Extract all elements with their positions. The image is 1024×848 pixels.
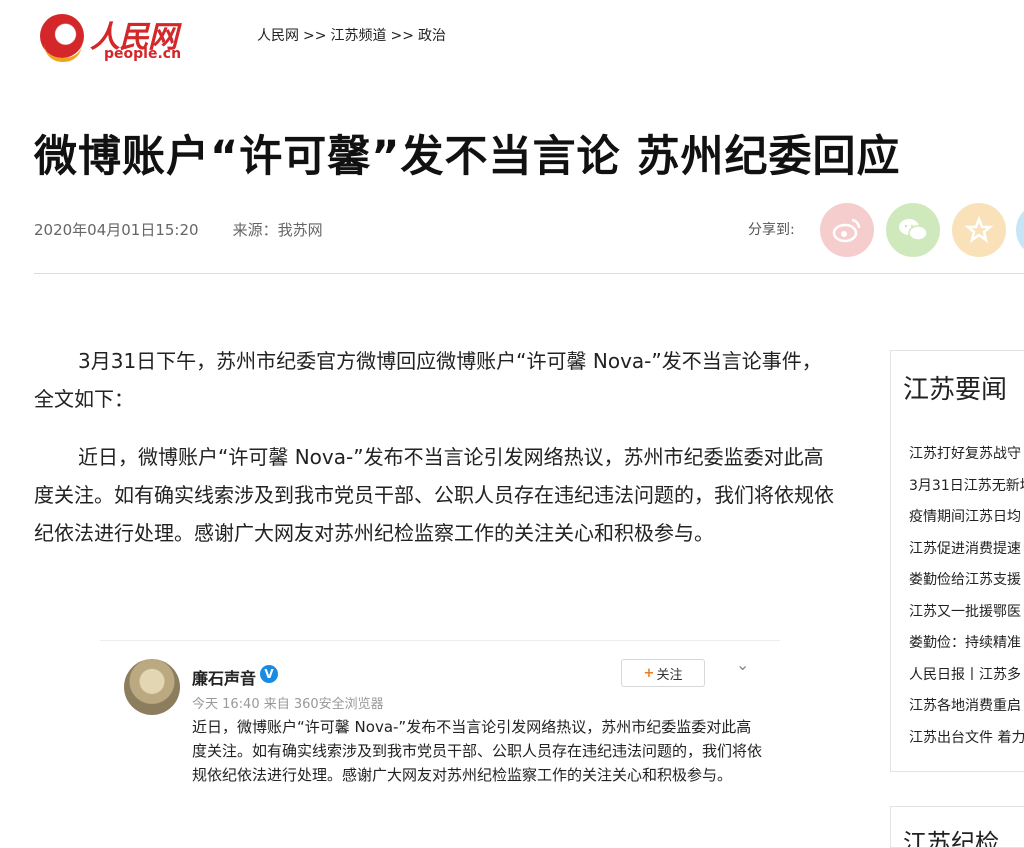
sidebar-news-item[interactable]: 江苏各地消费重启 (909, 695, 1024, 727)
chevron-down-icon: ⌄ (736, 655, 750, 674)
weibo-post-time: 今天 16:40 来自 360安全浏览器 (192, 697, 384, 712)
share-wechat-button[interactable] (886, 203, 940, 257)
sidebar-news-item[interactable]: 疫情期间江苏日均 (909, 506, 1024, 538)
sidebar-news-list: 江苏打好复苏战守 3月31日江苏无新地 疫情期间江苏日均 江苏促进消费提速 娄勤… (909, 443, 1024, 758)
weibo-post-image: 廉石声音 V 今天 16:40 来自 360安全浏览器 + 关注 ⌄ 近日，微博账… (100, 640, 780, 833)
weibo-icon (832, 218, 861, 243)
sidebar-news-item[interactable]: 3月31日江苏无新地 (909, 475, 1024, 507)
sidebar-title: 江苏要闻 (903, 375, 1008, 405)
sidebar-news-item[interactable]: 娄勤俭给江苏支援 (909, 569, 1024, 601)
breadcrumb: 人民网 >> 江苏频道 >> 政治 (257, 25, 446, 45)
weibo-post-text: 近日，微博账户“许可馨 Nova-”发布不当言论引发网络热议，苏州市纪委监委对此… (192, 718, 763, 784)
logo-swoosh-icon (44, 44, 82, 62)
weibo-account-name: 廉石声音 (192, 669, 257, 688)
follow-label: 关注 (656, 667, 683, 683)
star-icon (965, 216, 993, 243)
share-label: 分享到: (748, 222, 795, 238)
article-title: 微博账户“许可馨”发不当言论 苏州纪委回应 (34, 132, 901, 182)
share-extra-button[interactable] (1016, 203, 1024, 257)
sidebar-news-item[interactable]: 江苏又一批援鄂医 (909, 601, 1024, 633)
logo-text-en: people.cn (104, 46, 182, 62)
share-favorite-button[interactable] (952, 203, 1006, 257)
sidebar-news-item[interactable]: 江苏促进消费提速 (909, 538, 1024, 570)
share-weibo-button[interactable] (820, 203, 874, 257)
sidebar-news-item[interactable]: 人民日报丨江苏多 (909, 664, 1024, 696)
article-source: 来源：我苏网 (232, 221, 323, 239)
breadcrumb-people[interactable]: 人民网 (257, 28, 299, 44)
sidebar-second-section: 江苏纪检 (890, 806, 1024, 848)
breadcrumb-jiangsu[interactable]: 江苏频道 (330, 28, 386, 44)
plus-icon: + (643, 665, 655, 681)
header-divider (34, 273, 1024, 274)
sidebar-second-title: 江苏纪检 (903, 829, 999, 848)
avatar (124, 659, 180, 715)
follow-button: + 关注 (621, 659, 705, 687)
people-cn-logo[interactable]: 人民网 people.cn (40, 10, 190, 66)
article-meta: 2020年04月01日15:20 来源：我苏网 (34, 219, 323, 240)
sidebar-news-item[interactable]: 娄勤俭：持续精准 (909, 632, 1024, 664)
article-body: 3月31日下午，苏州市纪委官方微博回应微博账户“许可馨 Nova-”发不当言论事… (34, 342, 834, 572)
breadcrumb-separator: >> (303, 28, 327, 44)
sidebar-jiangsu-news: 江苏要闻 江苏打好复苏战守 3月31日江苏无新地 疫情期间江苏日均 江苏促进消费… (890, 350, 1024, 772)
breadcrumb-separator: >> (390, 28, 414, 44)
wechat-icon (899, 219, 928, 241)
article-paragraph: 3月31日下午，苏州市纪委官方微博回应微博账户“许可馨 Nova-”发不当言论事… (34, 349, 822, 411)
sidebar-news-item[interactable]: 江苏打好复苏战守 (909, 443, 1024, 475)
article-date: 2020年04月01日15:20 (34, 221, 199, 239)
sidebar-news-item[interactable]: 江苏出台文件 着力 (909, 727, 1024, 759)
breadcrumb-politics[interactable]: 政治 (418, 28, 446, 44)
verified-badge-icon: V (260, 665, 278, 683)
article-paragraph: 近日，微博账户“许可馨 Nova-”发布不当言论引发网络热议，苏州市纪委监委对此… (34, 445, 834, 545)
